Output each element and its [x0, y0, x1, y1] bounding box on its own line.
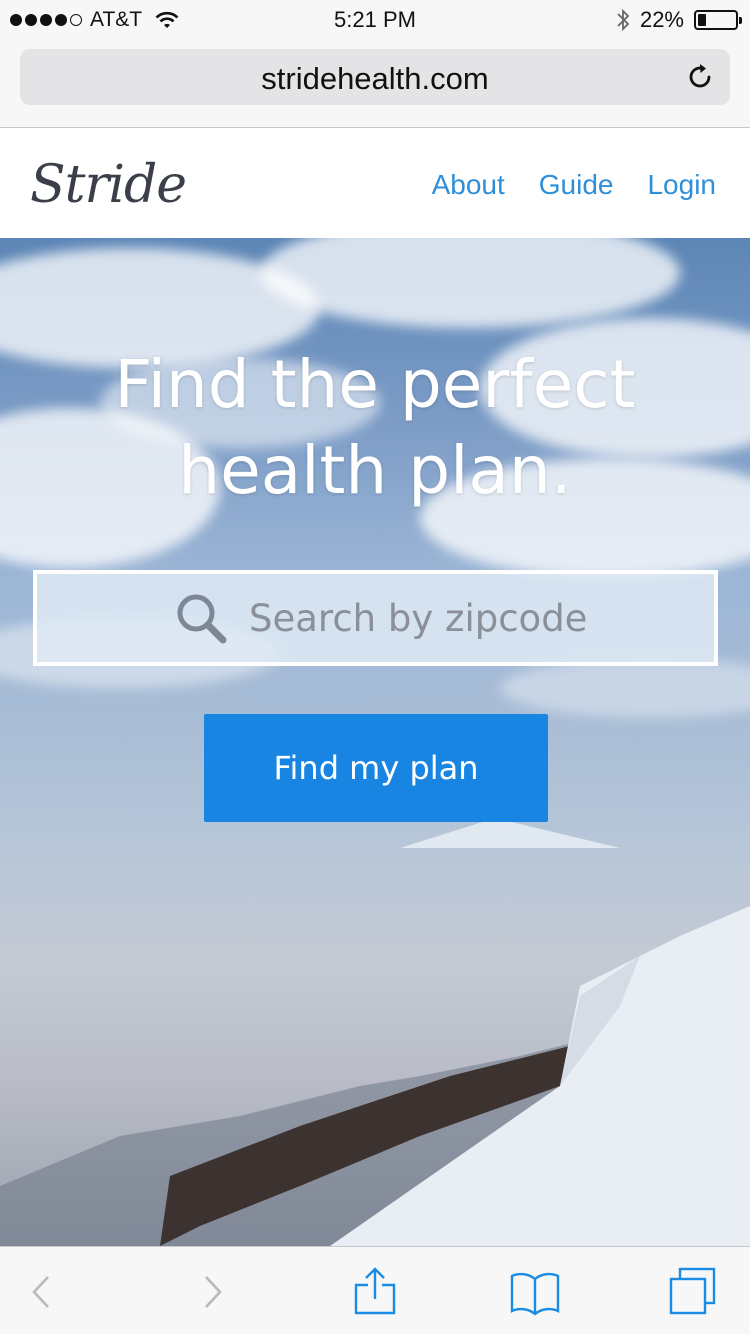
- browser-top-chrome: AT&T 5:21 PM 22% stridehealth.com: [0, 0, 750, 128]
- status-bar: AT&T 5:21 PM 22%: [0, 0, 750, 40]
- hero-heading-line2: health plan.: [178, 432, 572, 509]
- nav-link-guide[interactable]: Guide: [539, 169, 614, 201]
- distant-mountain: [400, 818, 620, 848]
- snowy-slope: [0, 906, 750, 1246]
- nav-link-about[interactable]: About: [432, 169, 505, 201]
- nav-link-login[interactable]: Login: [647, 169, 716, 201]
- address-bar[interactable]: stridehealth.com: [20, 49, 730, 105]
- main-nav: About Guide Login: [432, 169, 716, 201]
- hero-heading-line1: Find the perfect: [114, 346, 636, 423]
- bookmarks-icon[interactable]: [510, 1267, 560, 1317]
- zipcode-input[interactable]: [249, 574, 709, 662]
- battery-fill: [698, 14, 706, 26]
- bluetooth-icon: [617, 8, 630, 32]
- browser-toolbar: [0, 1246, 750, 1334]
- zipcode-search[interactable]: [33, 570, 718, 666]
- forward-icon[interactable]: [186, 1267, 236, 1317]
- back-icon[interactable]: [18, 1267, 68, 1317]
- reload-icon[interactable]: [684, 61, 716, 93]
- site-header: Stride About Guide Login: [0, 129, 750, 238]
- search-icon: [177, 594, 227, 644]
- tabs-icon[interactable]: [668, 1267, 718, 1317]
- battery-icon: [694, 10, 742, 30]
- url-text[interactable]: stridehealth.com: [20, 61, 730, 97]
- hero-heading: Find the perfect health plan.: [0, 342, 750, 514]
- find-my-plan-button[interactable]: Find my plan: [204, 714, 548, 822]
- share-icon[interactable]: [350, 1267, 400, 1317]
- battery-percent: 22%: [639, 7, 684, 32]
- stride-logo[interactable]: Stride: [30, 155, 187, 215]
- hero-section: Find the perfect health plan. Find my pl…: [0, 238, 750, 1246]
